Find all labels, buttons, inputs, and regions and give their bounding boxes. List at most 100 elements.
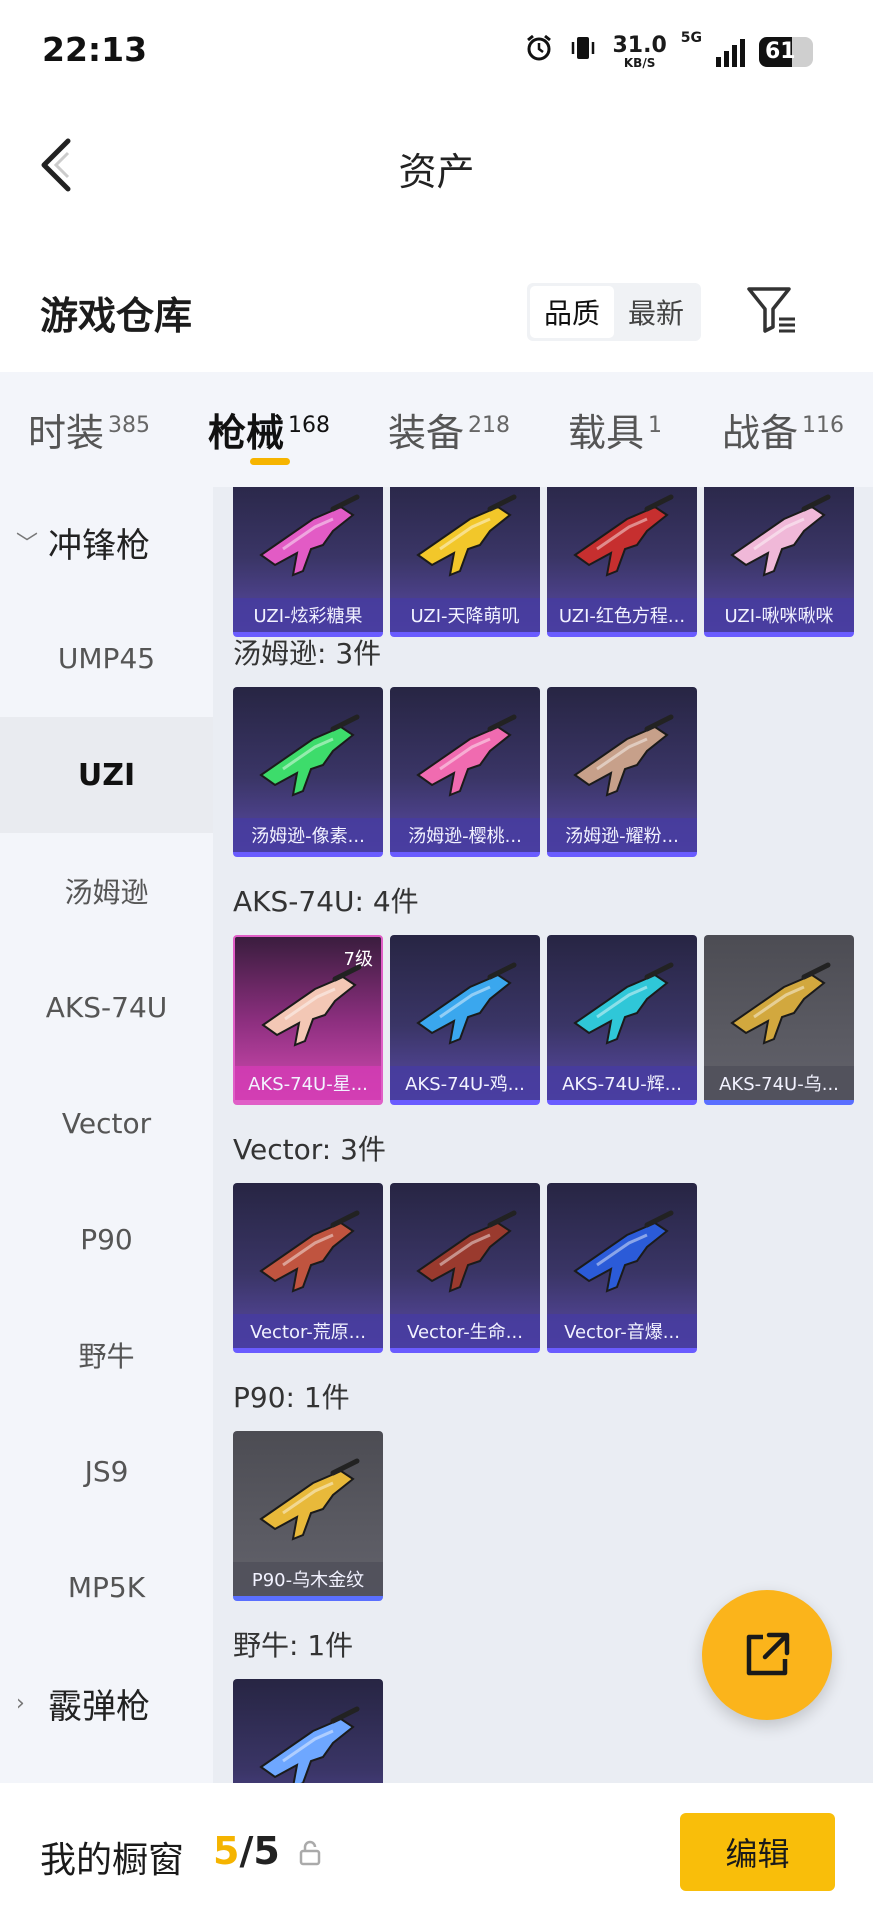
- weapon-card[interactable]: AKS-74U-鸡...: [390, 935, 540, 1105]
- weapon-name: Vector-荒原...: [233, 1314, 383, 1348]
- alarm-icon: [524, 33, 554, 71]
- weapon-card[interactable]: [233, 1679, 383, 1783]
- weapon-image: [416, 714, 517, 797]
- weapon-name: UZI-啾咪啾咪: [704, 598, 854, 632]
- weapon-card[interactable]: Vector-音爆...: [547, 1183, 697, 1353]
- weapon-name: AKS-74U-鸡...: [390, 1066, 540, 1100]
- app-header: 资产: [0, 105, 873, 225]
- group-label-aks74u: AKS-74U: 4件: [233, 885, 419, 918]
- net-speed-unit: KB/S: [623, 56, 656, 70]
- weapon-name: P90-乌木金纹: [233, 1562, 383, 1596]
- share-fab[interactable]: [702, 1590, 832, 1720]
- section-header: 游戏仓库 品质 最新: [0, 255, 873, 355]
- showcase-bar: 我的橱窗 5/5 编辑: [0, 1783, 873, 1920]
- page-title: 资产: [398, 150, 475, 194]
- network-type: 5G: [680, 30, 702, 46]
- weapon-image: [416, 962, 517, 1045]
- sidebar-item-js9[interactable]: JS9: [0, 1413, 213, 1529]
- weapon-name: UZI-红色方程...: [547, 598, 697, 632]
- tab-equipment[interactable]: 装备 218: [388, 402, 510, 457]
- lock-icon: [299, 1840, 321, 1866]
- sidebar-group-shotgun[interactable]: › 霰弹枪: [0, 1645, 213, 1761]
- group-label-vector: Vector: 3件: [233, 1133, 386, 1166]
- weapon-name: 汤姆逊-像素...: [233, 818, 383, 852]
- vibrate-icon: [568, 33, 598, 71]
- sidebar-item-ump45[interactable]: UMP45: [0, 600, 213, 716]
- group-label-thompson: 汤姆逊: 3件: [233, 637, 382, 670]
- weapon-name: AKS-74U-乌...: [704, 1066, 854, 1100]
- net-speed-value: 31.0: [612, 33, 667, 58]
- tab-fashion[interactable]: 时装 385: [28, 402, 150, 457]
- share-external-icon: [746, 1632, 790, 1676]
- signal-icon: [716, 37, 745, 67]
- tab-count: 116: [802, 413, 845, 439]
- sidebar-item-p90[interactable]: P90: [0, 1181, 213, 1297]
- weapon-card[interactable]: UZI-红色方程...: [547, 487, 697, 637]
- weapon-card[interactable]: UZI-炫彩糖果: [233, 487, 383, 637]
- weapon-image: [573, 1210, 674, 1293]
- weapon-name: AKS-74U-辉...: [547, 1066, 697, 1100]
- weapon-image: [730, 962, 831, 1045]
- weapon-name: 汤姆逊-樱桃...: [390, 818, 540, 852]
- sidebar-item-vector[interactable]: Vector: [0, 1065, 213, 1181]
- status-time: 22:13: [42, 30, 148, 69]
- weapon-image: [416, 1210, 517, 1293]
- category-tabs: 时装 385 枪械 168 装备 218 载具 1 战备 116: [0, 372, 873, 487]
- weapon-image: [259, 1706, 360, 1783]
- weapon-type-sidebar: ﹀ 冲锋枪 UMP45 UZI 汤姆逊 AKS-74U Vector P90 野牛…: [0, 487, 213, 1783]
- weapon-level: 7级: [343, 949, 373, 970]
- weapon-card[interactable]: 汤姆逊-耀粉...: [547, 687, 697, 857]
- weapon-grid: UZI-炫彩糖果 UZI-天降萌叽 UZI-红色方程... UZI-啾咪啾咪 汤…: [213, 487, 873, 1783]
- tab-firearms[interactable]: 枪械 168: [208, 402, 330, 457]
- sort-toggle: 品质 最新: [527, 283, 701, 341]
- weapon-name: UZI-天降萌叽: [390, 598, 540, 632]
- weapon-card[interactable]: UZI-天降萌叽: [390, 487, 540, 637]
- weapon-card[interactable]: UZI-啾咪啾咪: [704, 487, 854, 637]
- weapon-name: 汤姆逊-耀粉...: [547, 818, 697, 852]
- tab-count: 218: [468, 413, 511, 439]
- sort-option-quality[interactable]: 品质: [530, 286, 614, 338]
- weapon-image: [573, 494, 674, 577]
- weapon-card[interactable]: AKS-74U-乌...: [704, 935, 854, 1105]
- weapon-image: [259, 494, 360, 577]
- weapon-card[interactable]: AKS-74U-辉...: [547, 935, 697, 1105]
- weapon-image: [259, 714, 360, 797]
- weapon-card[interactable]: 汤姆逊-樱桃...: [390, 687, 540, 857]
- weapon-card[interactable]: 汤姆逊-像素...: [233, 687, 383, 857]
- weapon-name: AKS-74U-星...: [235, 1066, 381, 1100]
- sidebar-item-aks74u[interactable]: AKS-74U: [0, 949, 213, 1065]
- filter-icon: [747, 287, 795, 333]
- status-bar: 22:13 31.0 KB/S 5G 61: [0, 0, 873, 105]
- tab-count: 1: [648, 413, 663, 439]
- sidebar-item-thompson[interactable]: 汤姆逊: [0, 833, 213, 949]
- sidebar-item-bizon[interactable]: 野牛: [0, 1297, 213, 1413]
- edit-button[interactable]: 编辑: [680, 1813, 835, 1891]
- weapon-name: Vector-生命...: [390, 1314, 540, 1348]
- battery-icon: 61: [759, 37, 813, 67]
- weapon-image: [259, 1458, 360, 1541]
- weapon-image: [261, 964, 362, 1047]
- filter-button[interactable]: [745, 283, 799, 337]
- tab-supplies[interactable]: 战备 116: [722, 402, 844, 457]
- status-icons: 31.0 KB/S 5G 61: [524, 30, 813, 74]
- group-label-p90: P90: 1件: [233, 1381, 350, 1414]
- group-label-bizon: 野牛: 1件: [233, 1629, 354, 1662]
- weapon-name: UZI-炫彩糖果: [233, 598, 383, 632]
- weapon-card[interactable]: Vector-荒原...: [233, 1183, 383, 1353]
- weapon-name: Vector-音爆...: [547, 1314, 697, 1348]
- chevron-right-icon: ›: [16, 1690, 25, 1716]
- weapon-image: [573, 962, 674, 1045]
- weapon-card[interactable]: 7级 AKS-74U-星...: [233, 935, 383, 1105]
- weapon-image: [259, 1210, 360, 1293]
- sidebar-group-smg[interactable]: ﹀ 冲锋枪: [0, 487, 213, 600]
- sort-option-latest[interactable]: 最新: [614, 286, 698, 338]
- weapon-card[interactable]: Vector-生命...: [390, 1183, 540, 1353]
- sidebar-item-mp5k[interactable]: MP5K: [0, 1529, 213, 1645]
- tab-vehicles[interactable]: 载具 1: [568, 402, 662, 457]
- section-title: 游戏仓库: [40, 294, 193, 338]
- active-tab-indicator: [250, 458, 290, 465]
- sidebar-item-uzi[interactable]: UZI: [0, 717, 213, 833]
- net-speed: 31.0 KB/S: [612, 33, 667, 70]
- showcase-title: 我的橱窗: [40, 1840, 185, 1881]
- weapon-card[interactable]: P90-乌木金纹: [233, 1431, 383, 1601]
